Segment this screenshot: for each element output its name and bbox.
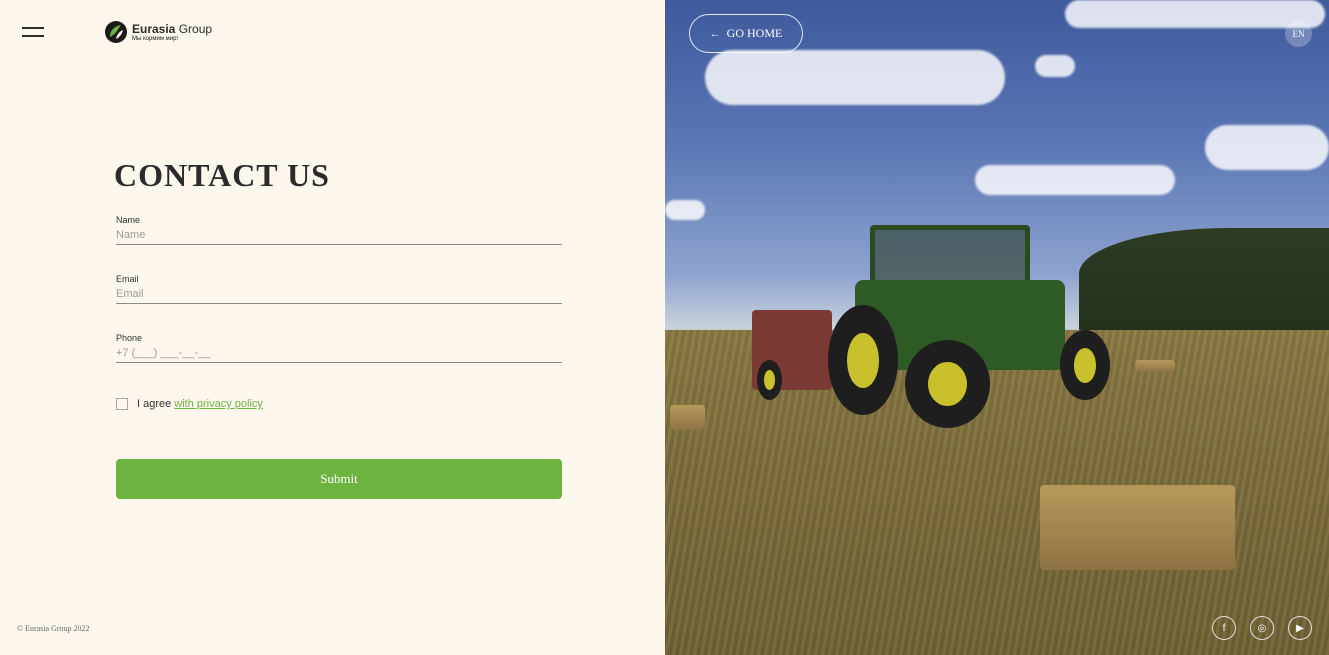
facebook-icon[interactable]: f	[1212, 616, 1236, 640]
logo-text: Eurasia Group Мы кормим мир!	[132, 23, 212, 42]
cloud	[1065, 0, 1325, 28]
contact-panel: Eurasia Group Мы кормим мир! CONTACT US …	[0, 0, 665, 655]
hay-bale	[1135, 360, 1175, 372]
agree-text: I agree	[137, 398, 172, 410]
tractor-wheel	[1060, 330, 1110, 400]
submit-button[interactable]: Submit	[116, 459, 562, 499]
phone-label: Phone	[116, 333, 143, 343]
logo-name: Eurasia	[132, 21, 176, 36]
privacy-agreement: I agree with privacy policy	[116, 398, 263, 410]
cloud	[705, 50, 1005, 105]
cloud	[1205, 125, 1329, 170]
menu-icon[interactable]	[22, 25, 44, 39]
logo-tagline: Мы кормим мир!	[132, 35, 179, 42]
phone-input[interactable]	[116, 347, 562, 359]
logo-suffix: Group	[178, 21, 213, 36]
cloud	[665, 200, 705, 220]
logo-mark-icon	[105, 21, 127, 43]
tractor-wheel	[905, 340, 990, 428]
privacy-policy-link[interactable]: with privacy policy	[174, 398, 263, 410]
cloud	[975, 165, 1175, 195]
language-switch[interactable]: EN	[1285, 20, 1312, 47]
go-home-button[interactable]: ← GO HOME	[689, 14, 803, 53]
email-input[interactable]	[116, 288, 562, 300]
instagram-icon[interactable]: ◎	[1250, 616, 1274, 640]
email-field: Email	[116, 274, 562, 304]
arrow-left-icon: ←	[709, 27, 721, 40]
copyright: © Eurasia Group 2022	[17, 624, 90, 633]
youtube-icon[interactable]: ▶	[1288, 616, 1312, 640]
email-label: Email	[116, 274, 139, 284]
name-field: Name	[116, 215, 562, 245]
go-home-label: GO HOME	[726, 26, 783, 40]
phone-field: Phone	[116, 333, 562, 363]
hay-bale	[1040, 485, 1235, 570]
cloud	[1035, 55, 1075, 77]
name-input[interactable]	[116, 229, 562, 241]
baler-wheel	[757, 360, 782, 400]
forest	[1079, 228, 1329, 343]
name-label: Name	[116, 215, 141, 225]
page-title: CONTACT US	[114, 157, 330, 193]
logo[interactable]: Eurasia Group Мы кормим мир!	[104, 20, 212, 44]
hay-bale	[670, 405, 705, 430]
tractor-wheel	[828, 305, 898, 415]
privacy-checkbox[interactable]	[116, 398, 128, 410]
